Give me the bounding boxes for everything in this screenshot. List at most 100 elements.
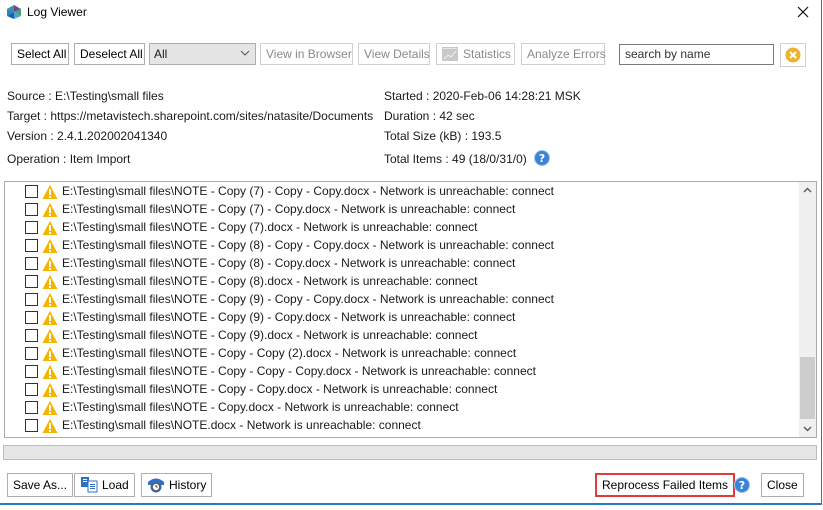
log-list: E:\Testing\small files\NOTE - Copy (7) -… [4, 181, 817, 438]
history-button[interactable]: History [141, 473, 213, 497]
log-row-text: E:\Testing\small files\NOTE - Copy.docx … [62, 400, 459, 414]
scroll-up-icon[interactable] [799, 182, 816, 199]
log-row-text: E:\Testing\small files\NOTE.docx - Netwo… [62, 418, 421, 432]
load-label: Load [102, 478, 129, 492]
log-row-text: E:\Testing\small files\NOTE - Copy (7) -… [62, 202, 516, 216]
row-checkbox[interactable] [25, 383, 38, 396]
row-checkbox[interactable] [25, 221, 38, 234]
log-row-text: E:\Testing\small files\NOTE - Copy (8) -… [62, 238, 554, 252]
row-checkbox[interactable] [25, 329, 38, 342]
log-row[interactable]: E:\Testing\small files\NOTE - Copy (8).d… [5, 273, 795, 291]
analyze-errors-button[interactable]: Analyze Errors [521, 43, 606, 65]
warning-icon [42, 347, 58, 361]
warning-icon [42, 203, 58, 217]
reprocess-failed-items-button[interactable]: Reprocess Failed Items [595, 473, 736, 497]
warning-icon [42, 185, 58, 199]
svg-text:?: ? [539, 152, 545, 165]
warning-icon [42, 419, 58, 433]
version-info: Version : 2.4.1.202002041340 [7, 129, 168, 143]
row-checkbox[interactable] [25, 419, 38, 432]
scrollbar-thumb[interactable] [800, 357, 815, 419]
log-row[interactable]: E:\Testing\small files\NOTE - Copy - Cop… [5, 345, 795, 363]
log-row-text: E:\Testing\small files\NOTE - Copy (9) -… [62, 292, 554, 306]
row-checkbox[interactable] [25, 275, 38, 288]
row-checkbox[interactable] [25, 185, 38, 198]
window-title: Log Viewer [27, 5, 87, 19]
log-row[interactable]: E:\Testing\small files\NOTE - Copy - Cop… [5, 381, 795, 399]
statistics-button[interactable]: Statistics [436, 43, 515, 65]
row-checkbox[interactable] [25, 293, 38, 306]
warning-icon [42, 365, 58, 379]
deselect-all-button[interactable]: Deselect All [74, 43, 145, 65]
search-input[interactable]: search by name [619, 44, 774, 65]
started-info: Started : 2020-Feb-06 14:28:21 MSK [384, 89, 581, 103]
clear-circle-x-icon [785, 47, 801, 63]
log-row-text: E:\Testing\small files\NOTE - Copy - Cop… [62, 364, 536, 378]
history-label: History [169, 478, 207, 492]
view-details-button[interactable]: View Details [358, 43, 430, 65]
log-row[interactable]: E:\Testing\small files\NOTE - Copy - Cop… [5, 363, 795, 381]
progress-bar [3, 445, 817, 460]
row-checkbox[interactable] [25, 401, 38, 414]
warning-icon [42, 383, 58, 397]
log-row[interactable]: E:\Testing\small files\NOTE - Copy (9).d… [5, 327, 795, 345]
row-checkbox[interactable] [25, 203, 38, 216]
operation-info: Operation : Item Import [7, 152, 131, 166]
statistics-chart-icon [442, 47, 458, 61]
log-row-text: E:\Testing\small files\NOTE - Copy (7) -… [62, 184, 554, 198]
log-row-text: E:\Testing\small files\NOTE - Copy (7).d… [62, 220, 478, 234]
log-row[interactable]: E:\Testing\small files\NOTE - Copy (7) -… [5, 183, 795, 201]
toolbar: Select All Deselect All All View in Brow… [0, 43, 821, 67]
log-row-text: E:\Testing\small files\NOTE - Copy (9).d… [62, 328, 478, 342]
log-row-text: E:\Testing\small files\NOTE - Copy (8) -… [62, 256, 516, 270]
total-items-info: Total Items : 49 (18/0/31/0) [384, 152, 527, 166]
scroll-down-icon[interactable] [799, 420, 816, 437]
target-info: Target : https://metavistech.sharepoint.… [7, 109, 374, 123]
help-icon[interactable]: ? [534, 150, 550, 166]
log-row[interactable]: E:\Testing\small files\NOTE - Copy.docx … [5, 399, 795, 417]
log-row[interactable]: E:\Testing\small files\NOTE.docx - Netwo… [5, 417, 795, 435]
row-checkbox[interactable] [25, 365, 38, 378]
save-as-button[interactable]: Save As... [7, 473, 74, 497]
warning-icon [42, 221, 58, 235]
log-viewer-window: Log Viewer Select All Deselect All All V… [0, 0, 822, 505]
chevron-down-icon [240, 50, 250, 56]
warning-icon [42, 293, 58, 307]
view-in-browser-button[interactable]: View in Browser [260, 43, 353, 65]
log-row[interactable]: E:\Testing\small files\NOTE - Copy (8) -… [5, 237, 795, 255]
warning-icon [42, 329, 58, 343]
svg-text:?: ? [739, 479, 745, 492]
log-row[interactable]: E:\Testing\small files\NOTE - Copy (7).d… [5, 219, 795, 237]
source-info: Source : E:\Testing\small files [7, 89, 164, 103]
log-row[interactable]: E:\Testing\small files\NOTE - Copy (8) -… [5, 255, 795, 273]
log-row-text: E:\Testing\small files\NOTE - Copy - Cop… [62, 346, 517, 360]
log-row-text: E:\Testing\small files\NOTE - Copy (9) -… [62, 310, 516, 324]
row-checkbox[interactable] [25, 239, 38, 252]
total-size-info: Total Size (kB) : 193.5 [384, 129, 502, 143]
close-x-icon[interactable] [793, 2, 813, 22]
warning-icon [42, 257, 58, 271]
log-row[interactable]: E:\Testing\small files\NOTE - Copy (7) -… [5, 201, 795, 219]
load-button[interactable]: Load [74, 473, 135, 497]
row-checkbox[interactable] [25, 311, 38, 324]
filter-dropdown-value: All [154, 47, 168, 61]
help-icon-footer[interactable]: ? [734, 477, 750, 493]
row-checkbox[interactable] [25, 257, 38, 270]
vertical-scrollbar[interactable] [799, 182, 816, 437]
log-row[interactable]: E:\Testing\small files\NOTE - Copy (9) -… [5, 309, 795, 327]
log-row[interactable]: E:\Testing\small files\NOTE - Copy (9) -… [5, 291, 795, 309]
log-row-text: E:\Testing\small files\NOTE - Copy - Cop… [62, 382, 498, 396]
clear-search-button[interactable] [780, 43, 806, 67]
statistics-label: Statistics [463, 47, 512, 61]
warning-icon [42, 239, 58, 253]
warning-icon [42, 401, 58, 415]
app-logo-icon [7, 5, 21, 19]
warning-icon [42, 275, 58, 289]
load-icon [81, 477, 98, 493]
warning-icon [42, 311, 58, 325]
select-all-button[interactable]: Select All [11, 43, 69, 65]
row-checkbox[interactable] [25, 347, 38, 360]
filter-dropdown[interactable]: All [149, 43, 256, 65]
title-bar: Log Viewer [0, 0, 821, 28]
close-button[interactable]: Close [761, 473, 804, 497]
